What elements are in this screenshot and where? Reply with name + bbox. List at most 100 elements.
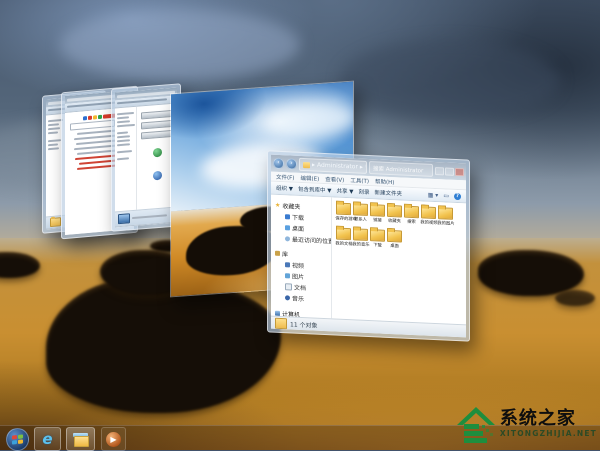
folder-item[interactable]: 收藏夹 [386,205,403,225]
section-label: 收藏夹 [282,201,300,211]
minimize-button[interactable] [435,167,444,175]
new-folder-button[interactable]: 新建文件夹 [374,188,402,197]
network-device-icon[interactable] [153,171,162,181]
taskbar-item-internet-explorer[interactable]: e [34,427,61,451]
hard-drive-icon[interactable] [141,110,173,120]
menu-file[interactable]: 文件(F) [276,172,294,181]
folder-icon [353,228,368,241]
media-player-icon: ▶ [106,432,121,447]
device-icon[interactable] [153,148,162,158]
item-label: 视频 [292,261,304,271]
folder-item[interactable]: 我的视频 [420,206,437,226]
search-input[interactable] [70,120,115,131]
menu-edit[interactable]: 编辑(E) [300,173,319,182]
taskbar-item-windows-explorer[interactable] [66,427,95,451]
watermark-subtitle: XITONGZHIJIA.NET [500,430,597,438]
item-label: 音乐 [292,294,304,304]
rock [555,290,595,306]
hard-drive-icon[interactable] [141,130,173,140]
sidebar-section-favorites[interactable]: ★收藏夹 [275,201,331,213]
star-icon: ★ [275,203,280,208]
rock-right [478,250,584,296]
burn-button[interactable]: 刻录 [358,188,369,197]
watermark: 系统之家 XITONGZHIJIA.NET [455,403,597,445]
text-line [117,157,129,160]
change-view-icon[interactable]: ▦ ▾ [428,191,439,198]
folder-item[interactable]: 链接 [369,204,386,224]
organize-button[interactable]: 组织 ▼ [276,184,293,193]
hard-drive-icon[interactable] [141,120,173,130]
folder-item[interactable]: 下载 [369,229,386,249]
start-button[interactable] [6,428,29,451]
taskbar-item-media-player[interactable]: ▶ [101,427,126,451]
folder-label: 我的视频 [420,220,436,226]
folder-icon [336,228,351,241]
forward-button[interactable]: › [286,158,297,169]
preview-pane-icon[interactable]: ▭ [443,192,449,199]
play-icon: ▶ [110,432,116,447]
folder-label: 桌面 [386,243,402,249]
folder-icon [370,204,385,217]
caption-buttons [435,167,464,176]
address-bar[interactable]: ▸ Administrator ▸ ↻ [299,158,367,174]
text-line [117,143,130,146]
sidebar-section-libraries[interactable]: 库 [275,249,331,261]
folder-label: 链接 [369,217,385,223]
folder-label: 我的图片 [437,220,453,226]
folder-item[interactable]: 我的音乐 [352,228,369,248]
downloads-icon [285,214,290,219]
item-label: 下载 [292,213,304,223]
folder-label: 下载 [369,242,385,248]
folder-item[interactable]: 保存的游戏 [335,202,352,222]
menu-help[interactable]: 帮助(H) [375,177,394,186]
folder-label: 收藏夹 [386,218,402,224]
sidebar-item-pictures[interactable]: 图片 [275,271,331,283]
include-in-library-button[interactable]: 包含到库中 ▼ [298,185,331,195]
folder-icon [387,230,402,243]
folder-icon [438,207,453,220]
folder-item[interactable]: 桌面 [386,230,403,250]
sidebar-item-downloads[interactable]: 下载 [275,212,331,224]
flip3d-card-explorer-front[interactable]: ‹ › ▸ Administrator ▸ ↻ 搜索 Administrator… [267,150,470,341]
cloud [60,10,300,80]
folder-icon [275,317,287,329]
library-icon [275,251,280,256]
search-box[interactable]: 搜索 Administrator [369,161,433,177]
text-line [48,131,58,134]
desktop-icon [285,225,290,230]
status-text-line [132,214,167,219]
text-line [117,116,129,119]
text-line [117,131,128,134]
logo-block [88,116,92,120]
folder-label: 我的音乐 [352,241,368,247]
sidebar-item-desktop[interactable]: 桌面 [275,223,331,235]
help-icon[interactable]: ? [454,192,461,199]
search-placeholder: 搜索 Administrator [373,164,423,174]
refresh-icon[interactable]: ↻ [365,164,367,171]
share-button[interactable]: 共享 ▼ [336,187,353,196]
sidebar-item-documents[interactable]: 文档 [275,282,331,294]
menu-view[interactable]: 查看(V) [325,175,344,184]
folder-item[interactable]: 我的图片 [437,207,454,227]
sidebar-item-recent-places[interactable]: 最近访问的位置 [275,234,331,246]
folder-item[interactable]: 我的文档 [335,227,352,247]
internet-explorer-icon: e [42,432,52,447]
folder-icon [303,162,310,168]
address-path[interactable]: Administrator [317,162,358,171]
folder-item[interactable]: 联系人 [352,203,369,223]
pictures-icon [285,273,290,278]
maximize-button[interactable] [445,167,454,175]
watermark-title: 系统之家 [500,410,597,428]
text-line [48,123,59,126]
sidebar-item-videos[interactable]: 视频 [275,260,331,272]
folder-item[interactable]: 搜索 [403,206,420,226]
folder-label: 我的文档 [335,241,351,247]
text-line [48,143,58,146]
back-button[interactable]: ‹ [273,158,284,169]
text-line [117,98,167,104]
nav-pane [115,107,137,212]
close-button[interactable] [455,167,464,175]
text-line [117,139,130,142]
sidebar-item-music[interactable]: 音乐 [275,293,331,305]
menu-tools[interactable]: 工具(T) [350,176,369,185]
